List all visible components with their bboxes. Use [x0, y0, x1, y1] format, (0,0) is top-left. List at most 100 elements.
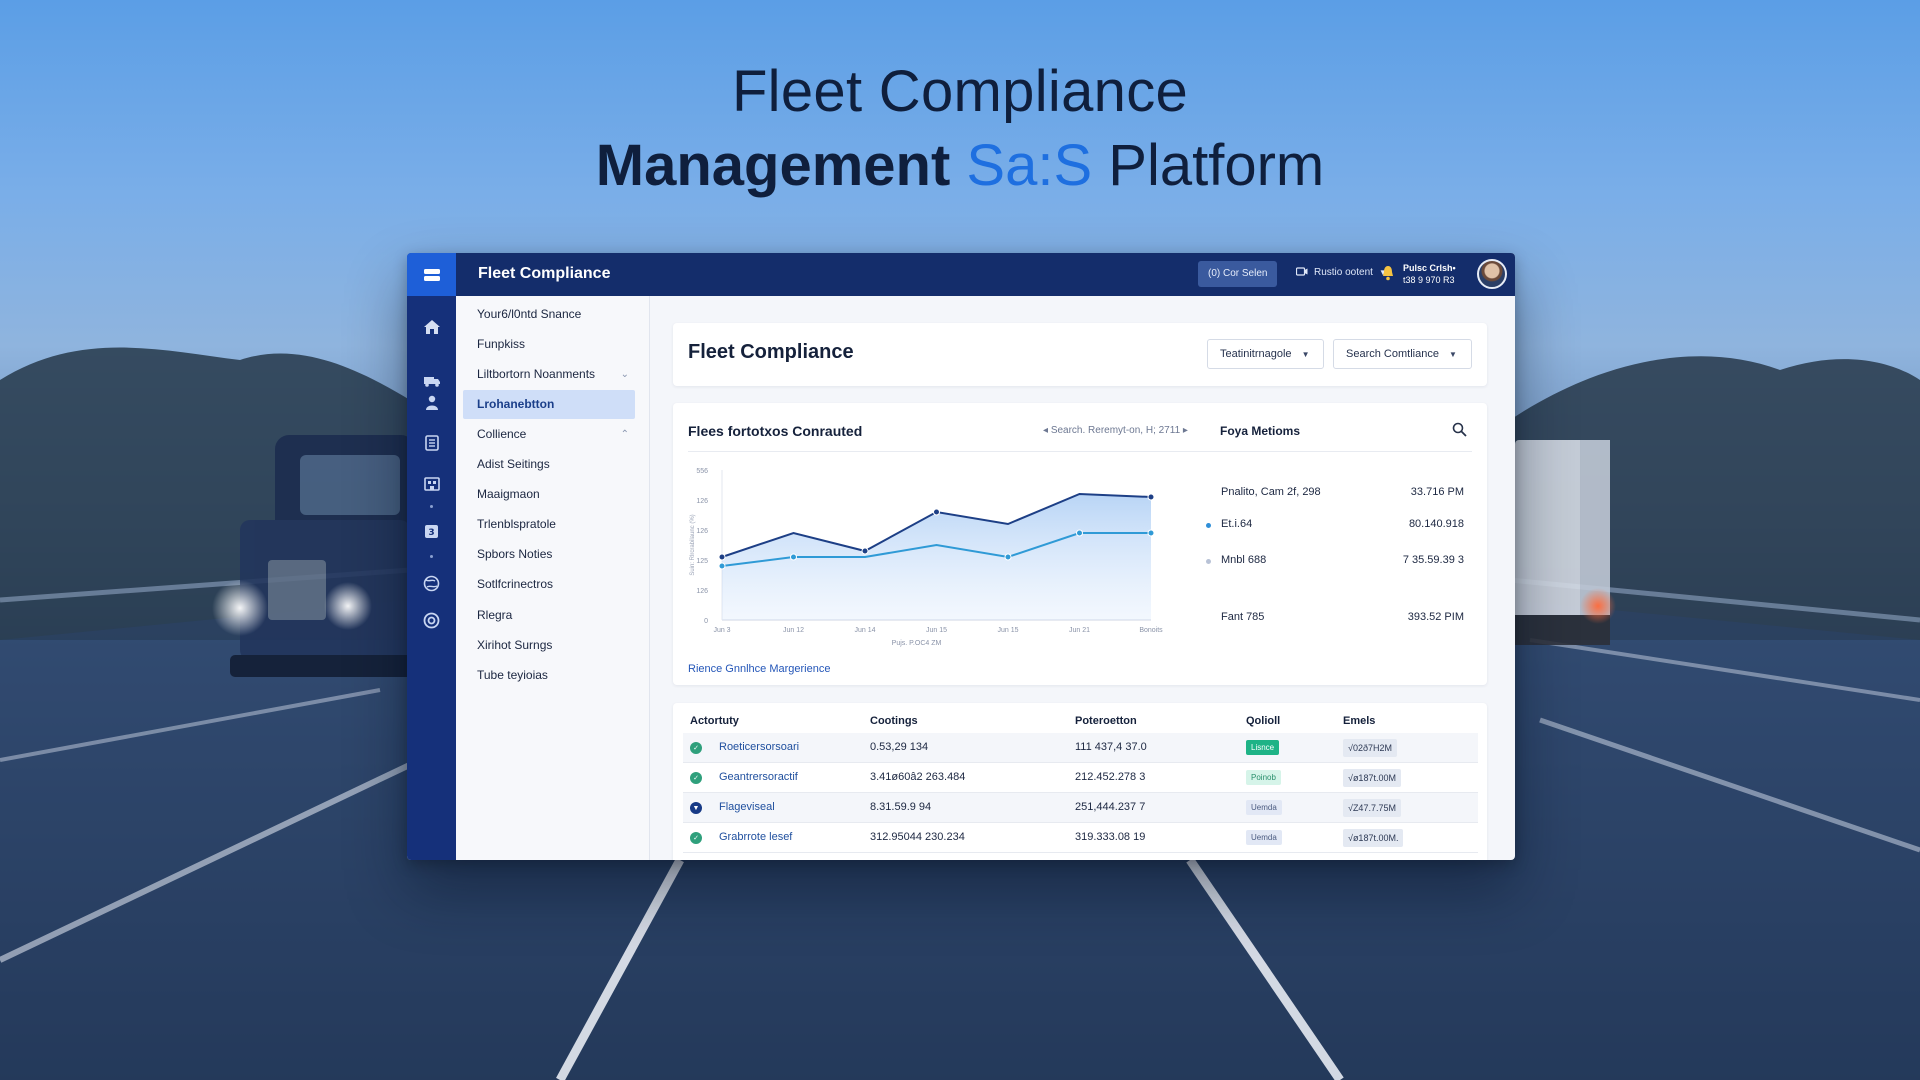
row-name[interactable]: Roeticersorsoari	[719, 741, 799, 753]
sidebar-item-label: Collience	[477, 427, 527, 441]
sidebar-item[interactable]: Sotlfcrinectros	[463, 570, 635, 599]
search-icon[interactable]	[1452, 422, 1467, 442]
series-point	[861, 547, 869, 555]
menu-logo-icon[interactable]	[407, 253, 456, 296]
sidebar-item-label: Xirihot Surngs	[477, 638, 553, 652]
table-row[interactable]: ✓ Geantrersoractif 3.41ø60â2 263.484 212…	[683, 763, 1478, 793]
app-title: Fleet Compliance	[478, 265, 611, 282]
sidebar-item[interactable]: Collience ⌃	[463, 420, 635, 449]
search-compliance-dropdown[interactable]: Search Comtliance ▼	[1333, 339, 1472, 369]
sidebar-item[interactable]: Tube teyioias	[463, 661, 635, 690]
sidebar-item-active[interactable]: Lrohanebtton	[463, 390, 635, 419]
chart-footer-link[interactable]: Rience Gnnlhce Margerience	[688, 663, 830, 675]
sidebar-item-label: Trlenblspratole	[477, 517, 556, 531]
globe-icon[interactable]	[407, 571, 456, 595]
caret-left-icon: ◂	[1043, 425, 1051, 436]
sidebar-item[interactable]: Maaigmaon	[463, 480, 635, 509]
status-badge: Uemda	[1246, 830, 1282, 845]
home-icon[interactable]	[407, 315, 456, 339]
table-header[interactable]: Actortuty	[690, 715, 739, 727]
row-emels: √ø187t.00M.	[1343, 829, 1404, 847]
row-emels: √02ð7H2M	[1343, 739, 1397, 757]
y-tick-label: 125	[696, 558, 708, 565]
icon-rail: 3	[407, 253, 456, 860]
building-icon[interactable]	[407, 471, 456, 495]
series-point	[790, 553, 797, 561]
sidebar-item[interactable]: Trlenblspratole	[463, 510, 635, 539]
caret-right-icon: ▸	[1180, 425, 1188, 436]
status-shield-icon: ▼	[690, 802, 702, 814]
row-cootings: 8.31.59.9 94	[870, 801, 932, 813]
date-range-selector[interactable]: ◂ Search. Reremyt-on, H; 2711 ▸	[1043, 425, 1188, 436]
status-badge: Poinob	[1246, 770, 1281, 785]
sidebar-item-label: Lrohanebtton	[477, 397, 555, 411]
user-info[interactable]: Pulsc Crlsh• t38 9 970 R3	[1403, 262, 1456, 286]
y-tick-label: 126	[696, 588, 708, 595]
sidebar-item-label: Funpkiss	[477, 337, 526, 351]
row-name[interactable]: Flageviseal	[719, 801, 775, 813]
y-tick-label: 126	[696, 498, 708, 505]
chevron-down-icon: ⌄	[620, 369, 629, 380]
badge-icon[interactable]: 3	[407, 519, 456, 543]
chart-header-divider	[688, 451, 1472, 452]
status-check-icon: ✓	[690, 832, 702, 844]
row-emels: √Z47.7.75M	[1343, 799, 1401, 817]
row-cootings: 3.41ø60â2 263.484	[870, 771, 966, 783]
metric-row: Pnalito, Cam 2f, 298 33.716 PM	[1206, 483, 1472, 503]
series-point	[718, 562, 726, 570]
document-icon[interactable]	[407, 431, 456, 455]
row-name[interactable]: Grabrrote lesef	[719, 831, 792, 843]
table-row[interactable]: ✓ Roeticersorsoari 0.53,29 134 111 437,4…	[683, 733, 1478, 763]
row-name[interactable]: Geantrersoractif	[719, 771, 798, 783]
bell-icon[interactable]	[1380, 265, 1396, 286]
table-header[interactable]: Poteroetton	[1075, 715, 1137, 727]
view-menu-label: Rustio ootent	[1314, 267, 1373, 278]
sidebar-item[interactable]: Funpkiss	[463, 330, 635, 359]
x-tick-label: Jun 14	[854, 627, 875, 634]
truck-icon[interactable]	[407, 369, 456, 393]
sidebar-item[interactable]: Adist Seitings	[463, 450, 635, 479]
sidebar-item[interactable]: Xirihot Surngs	[463, 631, 635, 660]
person-icon[interactable]	[407, 391, 456, 415]
table-header[interactable]: Qolioll	[1246, 715, 1280, 727]
series-point	[1147, 529, 1155, 537]
metric-value: 393.52 PIM	[1407, 611, 1464, 623]
row-emels: √ø187t.00M	[1343, 769, 1401, 787]
series-point	[933, 508, 940, 516]
y-tick-label: 126	[696, 528, 708, 535]
filter-chip[interactable]: (0) Cor Selen	[1198, 261, 1278, 287]
avatar[interactable]	[1477, 259, 1507, 289]
rail-separator-dot	[430, 555, 433, 558]
metric-label: Fant 785	[1221, 611, 1265, 623]
sidebar-item[interactable]: Liltbortorn Noanments ⌄	[463, 360, 635, 389]
caret-down-icon: ▼	[1301, 350, 1310, 359]
x-tick-label: Bonoits	[1139, 627, 1163, 634]
row-poteroetton: 111 437,4 37.0	[1075, 741, 1147, 753]
template-dropdown[interactable]: Teatinitrnagole ▼	[1207, 339, 1325, 369]
series-point	[718, 553, 726, 561]
table-header[interactable]: Emels	[1343, 715, 1375, 727]
settings-circle-icon[interactable]	[407, 608, 456, 632]
caret-down-icon: ▼	[1448, 350, 1457, 359]
row-poteroetton: 212.452.278 3	[1075, 771, 1146, 783]
sidebar-item-label: Spbors Noties	[477, 547, 553, 561]
status-badge: Lisnce	[1246, 740, 1280, 755]
sidebar-nav: Your6/l0ntd Snance Funpkiss Liltbortorn …	[456, 296, 650, 860]
table-row[interactable]: ▼ Flageviseal 8.31.59.9 94 251,444.237 7…	[683, 793, 1478, 823]
sidebar-item[interactable]: Spbors Noties	[463, 540, 635, 569]
page-header-panel: Fleet Compliance Teatinitrnagole ▼ Search…	[673, 323, 1487, 386]
status-check-icon: ✓	[690, 772, 702, 784]
table-row[interactable]: ✓ Grabrrote lesef 312.95044 230.234 319.…	[683, 823, 1478, 853]
search-compliance-dropdown-label: Search Comtliance	[1346, 348, 1439, 360]
metric-value: 80.140.918	[1408, 518, 1464, 530]
hero-title-line-1: Fleet Compliance	[731, 59, 1189, 124]
sidebar-item[interactable]: Your6/l0ntd Snance	[463, 300, 635, 329]
hero-heading: Fleet Compliance Management Sa:S Platfor…	[0, 56, 1920, 204]
row-poteroetton: 251,444.237 7	[1075, 801, 1146, 813]
user-name: Pulsc Crlsh•	[1403, 263, 1456, 273]
table-header[interactable]: Cootings	[870, 715, 918, 727]
view-menu[interactable]: Rustio ootent ▼	[1295, 266, 1387, 279]
sidebar-item[interactable]: Rlegra	[463, 601, 635, 630]
svg-text:3: 3	[428, 528, 434, 538]
sidebar-item-label: Liltbortorn Noanments	[477, 367, 596, 381]
